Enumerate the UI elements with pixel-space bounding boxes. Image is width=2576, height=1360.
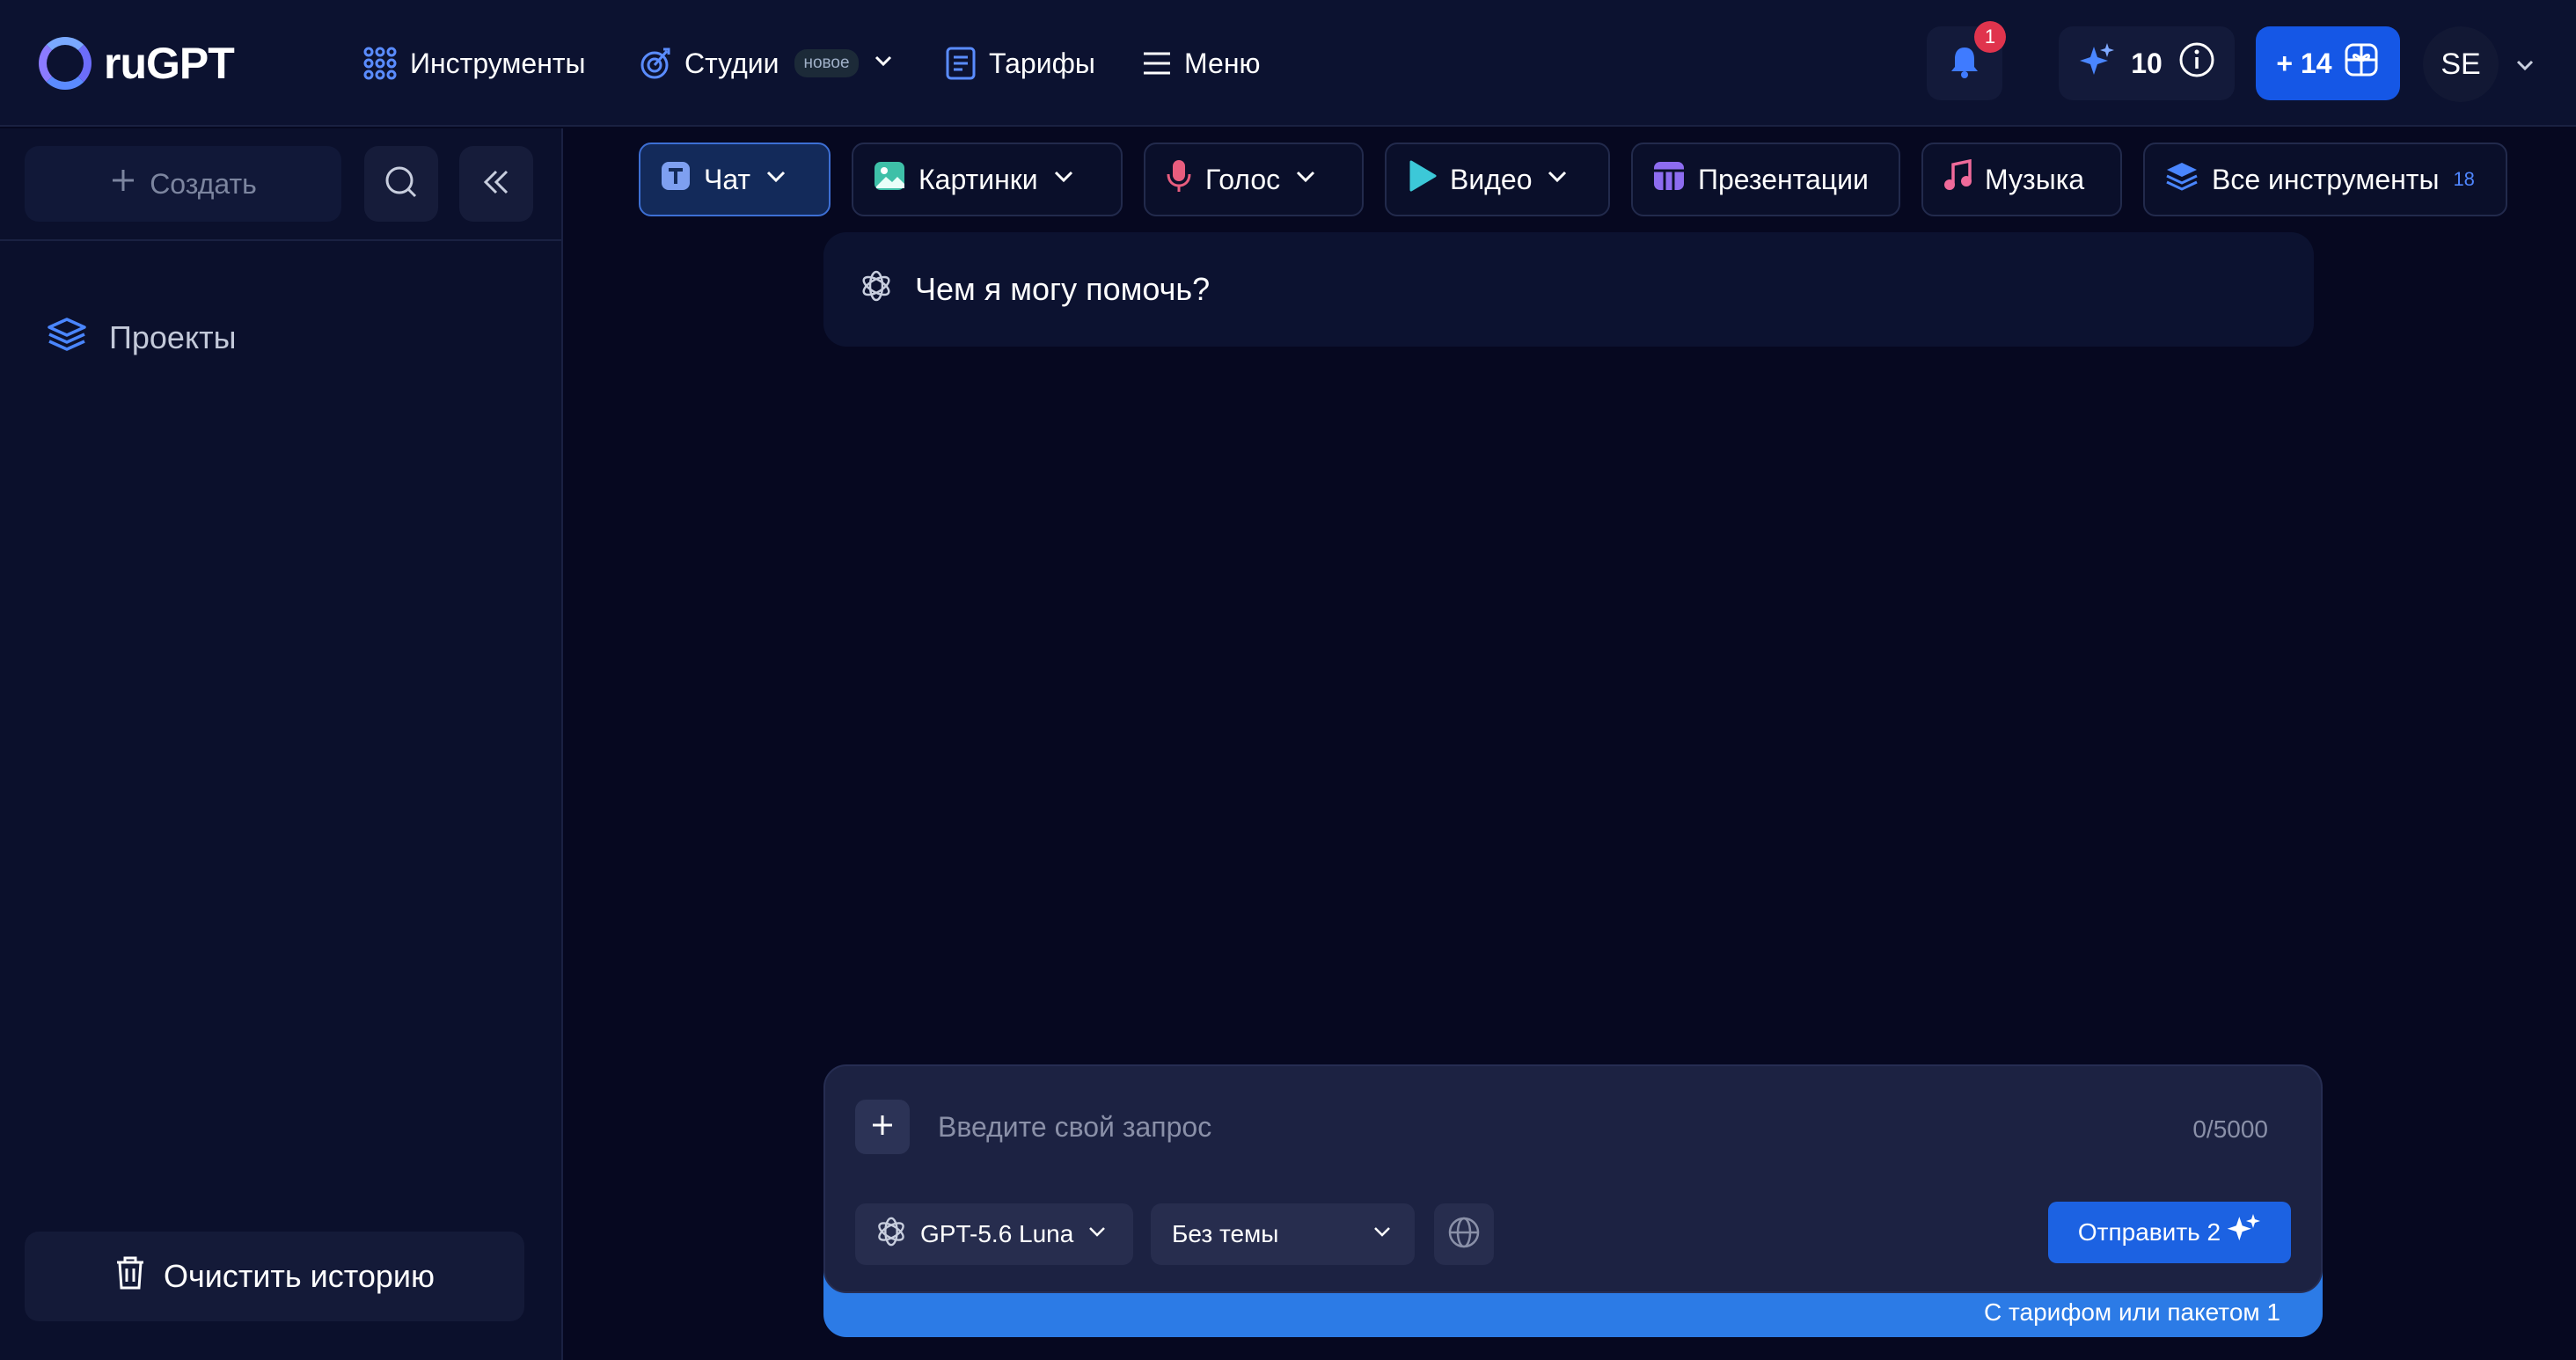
chevron-down-icon <box>1086 1220 1109 1249</box>
new-badge: новое <box>794 49 859 77</box>
sidebar-item-label: Проекты <box>109 319 237 355</box>
sidebar-divider <box>0 239 561 241</box>
chevron-down-icon <box>763 163 789 196</box>
bonus-button[interactable]: + 14 <box>2256 26 2400 100</box>
tab-chat[interactable]: Чат <box>639 143 831 216</box>
tab-music[interactable]: Музыка <box>1921 143 2122 216</box>
model-name: GPT-5.6 Luna <box>920 1220 1074 1247</box>
openai-icon <box>859 268 894 311</box>
layers-icon <box>46 316 88 361</box>
sparkle-icon <box>2078 41 2115 85</box>
assistant-greeting: Чем я могу помочь? <box>823 232 2314 347</box>
text-t-icon <box>660 160 692 199</box>
send-label: Отправить 2 <box>2077 1218 2221 1246</box>
clear-history-label: Очистить историю <box>163 1258 435 1294</box>
tab-video-label: Видео <box>1450 163 1533 195</box>
clear-history-button[interactable]: Очистить историю <box>25 1232 524 1321</box>
notifications-button[interactable]: 1 <box>1927 21 2006 100</box>
composer: 0/5000 GPT-5.6 Luna Без темы <box>823 1064 2323 1293</box>
chevron-down-icon <box>1371 1220 1394 1249</box>
tab-images[interactable]: Картинки <box>852 143 1123 216</box>
grid-dots-icon <box>362 46 398 81</box>
layers-icon <box>2164 160 2199 199</box>
theme-value: Без темы <box>1172 1220 1279 1247</box>
chevron-down-icon <box>1050 163 1077 196</box>
nav-menu[interactable]: Меню <box>1142 39 1260 88</box>
image-icon <box>873 160 906 199</box>
tab-voice-label: Голос <box>1205 163 1281 195</box>
music-note-icon <box>1943 158 1972 200</box>
search-icon <box>384 165 419 204</box>
hamburger-icon <box>1142 50 1172 77</box>
tab-presentations[interactable]: Презентации <box>1631 143 1900 216</box>
avatar[interactable]: SE <box>2423 26 2499 102</box>
tab-images-label: Картинки <box>918 163 1038 195</box>
plus-icon <box>868 1111 896 1144</box>
tab-chat-label: Чат <box>704 163 751 195</box>
chevron-down-icon <box>1544 163 1570 196</box>
tab-presentations-label: Презентации <box>1698 163 1869 195</box>
chevron-down-icon[interactable] <box>2513 53 2537 82</box>
list-doc-icon <box>945 46 977 81</box>
theme-select[interactable]: Без темы <box>1151 1203 1415 1265</box>
greeting-text: Чем я могу помочь? <box>915 271 1211 307</box>
studio-icon <box>637 46 672 81</box>
prompt-input[interactable] <box>938 1098 2082 1156</box>
char-counter: 0/5000 <box>2192 1115 2268 1143</box>
gift-icon <box>2343 41 2380 85</box>
create-button[interactable]: Создать <box>25 146 341 222</box>
attach-button[interactable] <box>855 1100 910 1154</box>
notification-count-badge: 1 <box>1974 21 2006 53</box>
tab-video[interactable]: Видео <box>1385 143 1610 216</box>
nav-studios[interactable]: Студии новое <box>637 39 896 88</box>
plus-icon <box>109 166 137 201</box>
logo[interactable]: ruGPT <box>39 35 235 91</box>
nav-menu-label: Меню <box>1184 47 1261 79</box>
globe-icon <box>1447 1216 1481 1254</box>
nav-studios-label: Студии <box>684 47 779 79</box>
tab-all-tools-label: Все инструменты <box>2212 163 2440 195</box>
credits-button[interactable]: 10 <box>2059 26 2235 100</box>
nav-tools-label: Инструменты <box>410 47 586 79</box>
nav-pricing[interactable]: Тарифы <box>945 39 1095 88</box>
logo-text: ruGPT <box>104 39 235 88</box>
search-button[interactable] <box>364 146 438 222</box>
openai-icon <box>875 1215 908 1254</box>
microphone-icon <box>1165 158 1193 201</box>
tab-voice[interactable]: Голос <box>1144 143 1364 216</box>
create-label: Создать <box>150 167 257 200</box>
double-chevron-left-icon <box>480 166 512 202</box>
model-select[interactable]: GPT-5.6 Luna <box>855 1203 1133 1265</box>
sidebar: Создать Проекты Очистить историю <box>0 128 563 1360</box>
sparkle-icon <box>2226 1212 2261 1254</box>
tools-count-badge: 18 <box>2453 168 2475 190</box>
credits-count: 10 <box>2131 47 2163 79</box>
logo-ring-icon <box>39 37 91 90</box>
nav-pricing-label: Тарифы <box>989 47 1095 79</box>
send-button[interactable]: Отправить 2 <box>2048 1202 2291 1263</box>
chevron-down-icon <box>871 48 896 80</box>
trash-icon <box>114 1255 146 1298</box>
collapse-sidebar-button[interactable] <box>459 146 533 222</box>
sidebar-item-projects[interactable]: Проекты <box>46 311 236 364</box>
tab-music-label: Музыка <box>1985 163 2085 195</box>
web-search-toggle[interactable] <box>1434 1203 1494 1265</box>
tab-all-tools[interactable]: Все инструменты 18 <box>2143 143 2507 216</box>
top-bar: ruGPT Инструменты Студии новое Тарифы Ме… <box>0 0 2576 127</box>
presentation-icon <box>1652 160 1686 199</box>
bell-icon <box>1948 44 1981 84</box>
pricing-note: С тарифом или пакетом 1 <box>1984 1298 2280 1326</box>
nav-tools[interactable]: Инструменты <box>362 39 586 88</box>
play-icon <box>1406 159 1438 200</box>
chevron-down-icon <box>1292 163 1319 196</box>
info-icon[interactable] <box>2178 41 2215 85</box>
bonus-amount: + 14 <box>2276 47 2332 79</box>
